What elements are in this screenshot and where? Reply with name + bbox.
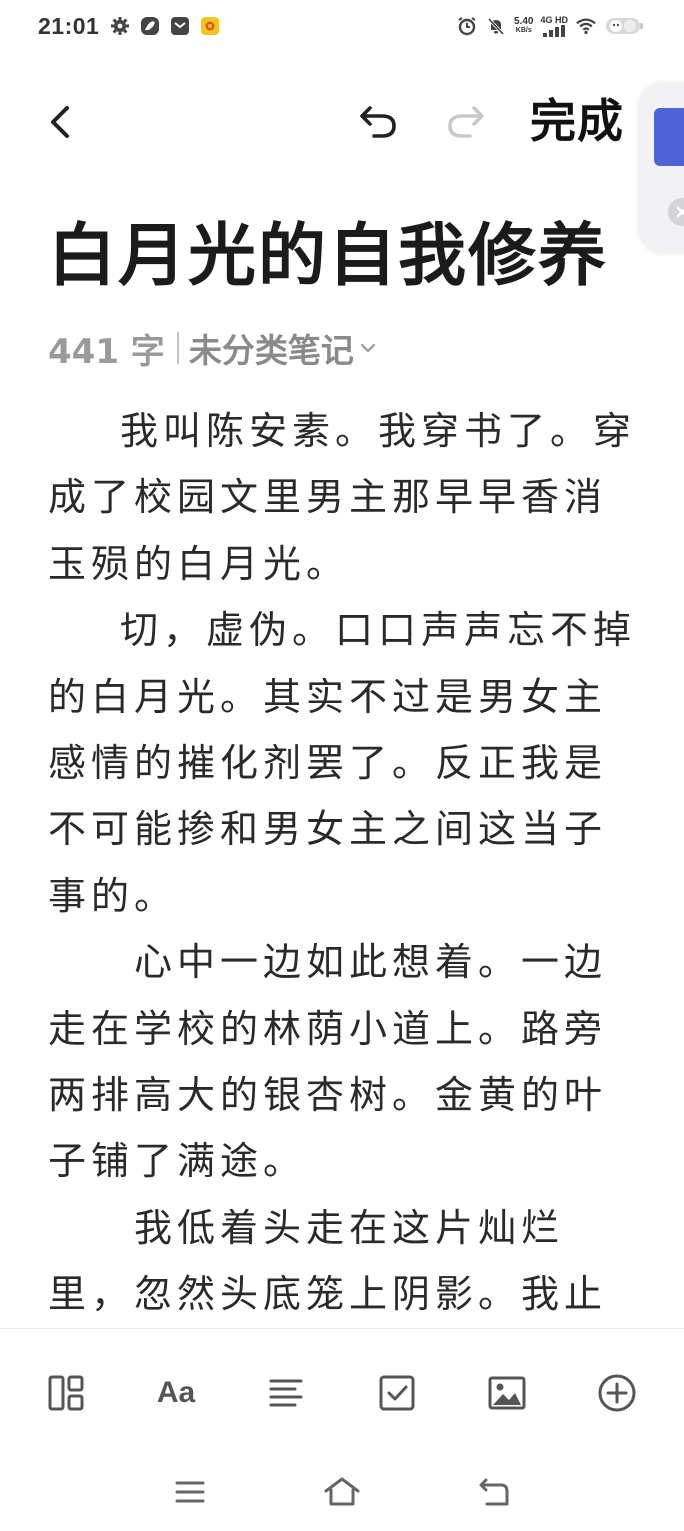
net-speed-unit: KB/s [515, 27, 532, 34]
home-icon [324, 1477, 360, 1506]
layout-icon [48, 1375, 84, 1411]
checkbox-button[interactable] [373, 1369, 421, 1417]
close-icon[interactable] [668, 198, 684, 226]
editor-top-toolbar: 完成 [0, 88, 684, 158]
note-paragraph: 我低着头走在这片灿烂里，忽然头底笼上阴影。我止 [48, 1205, 608, 1317]
note-paragraph: 切，虚伪。口口声声忘不掉的白月光。其实不过是男女主感情的摧化剂罢了。反正我是不可… [48, 608, 637, 918]
note-title[interactable]: 白月光的自我修养 [48, 212, 608, 302]
add-button[interactable] [593, 1369, 641, 1417]
undo-icon [360, 106, 396, 138]
back-nav-icon [479, 1478, 509, 1506]
note-body[interactable]: 我叫陈安素。我穿书了。穿成了校园文里男主那早早香消玉殒的白月光。 切，虚伪。口口… [48, 398, 638, 1328]
image-button[interactable] [483, 1369, 531, 1417]
meta-divider [176, 332, 179, 364]
system-back-button[interactable] [472, 1470, 516, 1514]
yellow-app-icon [199, 15, 221, 37]
wifi-icon [575, 15, 597, 37]
note-paragraph: 心中一边如此想着。一边走在学校的林荫小道上。路旁两排高大的银杏树。金黄的叶子铺了… [48, 940, 608, 1184]
signal-group: 4G HD [540, 14, 568, 37]
back-button[interactable] [40, 102, 80, 142]
font-button[interactable]: Aa [152, 1369, 200, 1417]
status-bar: 21:01 5.40 KB/s 4G HD [0, 0, 684, 52]
checkbox-icon [379, 1375, 415, 1411]
status-right-icons: 5.40 KB/s 4G HD [456, 15, 646, 37]
note-paragraph: 我叫陈安素。我穿书了。穿成了校园文里男主那早早香消玉殒的白月光。 [48, 409, 637, 586]
redo-icon [448, 106, 484, 138]
net-speed: 5.40 KB/s [514, 17, 533, 35]
align-button[interactable] [262, 1369, 310, 1417]
align-icon [269, 1379, 303, 1407]
chevron-down-icon [360, 343, 376, 353]
signal-label: 4G HD [540, 14, 568, 25]
category-selector[interactable]: 未分类笔记 [189, 324, 376, 372]
status-time: 21:01 [38, 12, 100, 39]
note-meta-row: 441 字 未分类笔记 [48, 324, 376, 372]
word-count: 441 字 [48, 331, 165, 372]
battery-icon [604, 15, 646, 37]
image-icon [488, 1376, 526, 1410]
done-button[interactable]: 完成 [530, 92, 624, 150]
gear-icon [109, 15, 131, 37]
category-label: 未分类笔记 [188, 331, 354, 370]
floating-panel-tab[interactable] [654, 108, 684, 166]
leaf-app-icon [139, 15, 161, 37]
mute-bell-icon [485, 15, 507, 37]
editor-bottom-toolbar: Aa [0, 1328, 684, 1452]
system-nav-bar [0, 1452, 684, 1531]
undo-button[interactable] [356, 102, 400, 142]
signal-bars-icon [543, 24, 566, 37]
redo-button[interactable] [444, 102, 488, 142]
alarm-icon [456, 15, 478, 37]
font-icon: Aa [156, 1376, 196, 1409]
floating-edge-panel[interactable] [638, 82, 684, 254]
chevron-left-icon [51, 106, 69, 138]
menu-icon [175, 1481, 205, 1503]
message-app-icon [169, 15, 191, 37]
recent-apps-button[interactable] [168, 1470, 212, 1514]
layout-button[interactable] [42, 1369, 90, 1417]
add-circle-icon [598, 1374, 636, 1412]
home-button[interactable] [320, 1470, 364, 1514]
net-speed-value: 5.40 [514, 16, 534, 27]
status-left-icons [109, 15, 221, 37]
